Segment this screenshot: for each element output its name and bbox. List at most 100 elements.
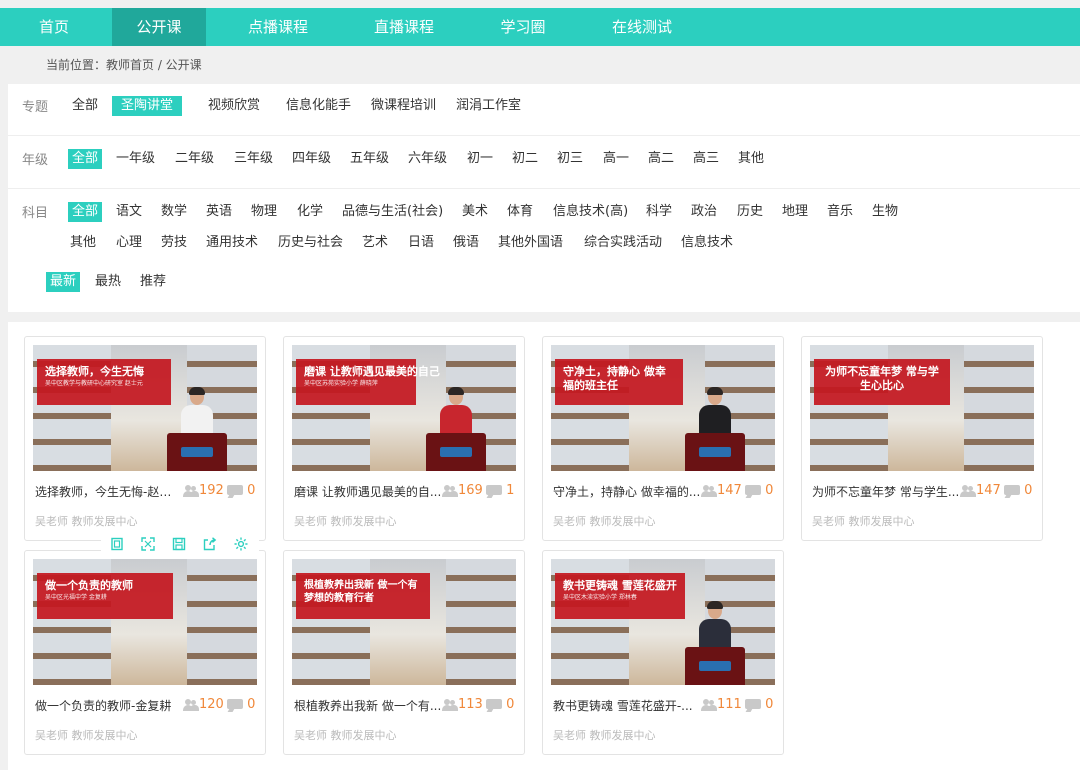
grade-option[interactable]: 五年级 bbox=[346, 149, 393, 169]
course-title[interactable]: 选择教师，今生无悔-赵士元 bbox=[35, 483, 183, 500]
topic-option[interactable]: 圣陶讲堂 bbox=[112, 96, 183, 116]
grade-option[interactable]: 一年级 bbox=[112, 149, 159, 169]
grade-option[interactable]: 高三 bbox=[689, 149, 723, 169]
course-thumbnail[interactable]: 磨课 让教师遇见最美的自己 吴中区苏苑实验小学 薛晓萍 bbox=[292, 345, 516, 471]
course-stats: 192 0 bbox=[181, 481, 263, 501]
comment-icon bbox=[227, 484, 243, 498]
subject-option[interactable]: 日语 bbox=[404, 233, 438, 253]
nav-item-study-circle[interactable]: 学习圈 bbox=[480, 8, 566, 46]
course-thumbnail[interactable]: 教书更铸魂 雪莲花盛开 吴中区木渎实验小学 郑林春 bbox=[551, 559, 775, 685]
subject-option[interactable]: 心理 bbox=[112, 233, 146, 253]
subject-option[interactable]: 美术 bbox=[458, 202, 492, 222]
subject-option[interactable]: 生物 bbox=[868, 202, 902, 222]
viewers-icon bbox=[183, 698, 199, 711]
topic-option[interactable]: 润涓工作室 bbox=[452, 96, 525, 116]
grade-option[interactable]: 三年级 bbox=[230, 149, 277, 169]
square-icon[interactable] bbox=[109, 536, 125, 552]
course-card[interactable]: 为师不忘童年梦 常与学生心比心 为师不忘童年梦 常与学生... 147 0 吴老… bbox=[801, 336, 1043, 541]
save-icon[interactable] bbox=[171, 536, 187, 552]
filter-row-topic: 专题 全部 圣陶讲堂 视频欣赏 信息化能手 微课程培训 润涓工作室 bbox=[8, 84, 1080, 136]
subject-option[interactable]: 物理 bbox=[247, 202, 281, 222]
grade-option[interactable]: 全部 bbox=[68, 149, 103, 169]
course-thumbnail[interactable]: 做一个负责的教师 吴中区光福中学 金复耕 bbox=[33, 559, 257, 685]
subject-option[interactable]: 综合实践活动 bbox=[580, 233, 666, 253]
share-icon[interactable] bbox=[202, 536, 218, 552]
subject-option[interactable]: 俄语 bbox=[449, 233, 483, 253]
nav-item-open-class[interactable]: 公开课 bbox=[112, 8, 206, 46]
top-nav: 首页 公开课 点播课程 直播课程 学习圈 在线测试 bbox=[0, 8, 1080, 46]
filter-row-grade: 年级 全部 一年级 二年级 三年级 四年级 五年级 六年级 初一 初二 初三 高… bbox=[8, 136, 1080, 189]
grade-option[interactable]: 初二 bbox=[508, 149, 542, 169]
settings-icon[interactable] bbox=[233, 536, 249, 552]
subject-option[interactable]: 化学 bbox=[293, 202, 327, 222]
grade-option[interactable]: 高一 bbox=[599, 149, 633, 169]
sort-option[interactable]: 推荐 bbox=[136, 272, 170, 292]
course-thumbnail[interactable]: 守净土，持静心 做幸福的班主任 bbox=[551, 345, 775, 471]
nav-item-online-test[interactable]: 在线测试 bbox=[590, 8, 694, 46]
subject-option[interactable]: 其他 bbox=[66, 233, 100, 253]
subject-option[interactable]: 品德与生活(社会) bbox=[338, 202, 447, 222]
podium-graphic bbox=[685, 647, 745, 685]
podium-graphic bbox=[167, 433, 227, 471]
course-title[interactable]: 根植教养出我新 做一个有... bbox=[294, 697, 442, 714]
topic-option[interactable]: 微课程培训 bbox=[367, 96, 440, 116]
subject-option[interactable]: 地理 bbox=[778, 202, 812, 222]
course-thumbnail[interactable]: 根植教养出我新 做一个有梦想的教育行者 bbox=[292, 559, 516, 685]
course-card[interactable]: 磨课 让教师遇见最美的自己 吴中区苏苑实验小学 薛晓萍 磨课 让教师遇见最美的自… bbox=[283, 336, 525, 541]
subject-option[interactable]: 艺术 bbox=[358, 233, 392, 253]
subject-option[interactable]: 英语 bbox=[202, 202, 236, 222]
course-title[interactable]: 守净土，持静心 做幸福的... bbox=[553, 483, 701, 500]
thumbnail-banner: 磨课 让教师遇见最美的自己 吴中区苏苑实验小学 薛晓萍 bbox=[296, 359, 440, 405]
course-title[interactable]: 教书更铸魂 雪莲花盛开-... bbox=[553, 697, 701, 714]
course-card[interactable]: 选择教师，今生无悔 吴中区教学与教研中心研究室 赵士元 选择教师，今生无悔-赵士… bbox=[24, 336, 266, 541]
subject-option[interactable]: 劳技 bbox=[157, 233, 191, 253]
subject-option[interactable]: 体育 bbox=[503, 202, 537, 222]
course-title[interactable]: 磨课 让教师遇见最美的自... bbox=[294, 483, 442, 500]
course-card[interactable]: 守净土，持静心 做幸福的班主任 守净土，持静心 做幸福的... 147 0 吴老… bbox=[542, 336, 784, 541]
sort-option[interactable]: 最热 bbox=[91, 272, 125, 292]
subject-option[interactable]: 科学 bbox=[642, 202, 676, 222]
nav-item-home[interactable]: 首页 bbox=[18, 8, 90, 46]
subject-option[interactable]: 全部 bbox=[68, 202, 103, 222]
topic-option[interactable]: 全部 bbox=[68, 96, 102, 116]
course-card[interactable]: 做一个负责的教师 吴中区光福中学 金复耕 做一个负责的教师-金复耕 120 0 … bbox=[24, 550, 266, 755]
sort-option[interactable]: 最新 bbox=[46, 272, 81, 292]
grade-option[interactable]: 二年级 bbox=[171, 149, 218, 169]
viewers-icon bbox=[701, 484, 717, 497]
subject-option[interactable]: 通用技术 bbox=[202, 233, 262, 253]
subject-option[interactable]: 政治 bbox=[687, 202, 721, 222]
subject-option[interactable]: 语文 bbox=[112, 202, 146, 222]
comment-icon bbox=[1004, 484, 1020, 498]
grade-option[interactable]: 四年级 bbox=[288, 149, 335, 169]
course-card[interactable]: 教书更铸魂 雪莲花盛开 吴中区木渎实验小学 郑林春 教书更铸魂 雪莲花盛开-..… bbox=[542, 550, 784, 755]
grade-option[interactable]: 高二 bbox=[644, 149, 678, 169]
expand-icon[interactable] bbox=[140, 536, 156, 552]
view-count: 169 bbox=[458, 483, 483, 498]
subject-option[interactable]: 历史与社会 bbox=[274, 233, 347, 253]
subject-option[interactable]: 历史 bbox=[733, 202, 767, 222]
course-thumbnail[interactable]: 选择教师，今生无悔 吴中区教学与教研中心研究室 赵士元 bbox=[33, 345, 257, 471]
nav-item-live-courses[interactable]: 直播课程 bbox=[356, 8, 452, 46]
nav-item-vod-courses[interactable]: 点播课程 bbox=[230, 8, 326, 46]
subject-option[interactable]: 音乐 bbox=[823, 202, 857, 222]
subject-option[interactable]: 信息技术(高) bbox=[549, 202, 632, 222]
subject-option[interactable]: 数学 bbox=[157, 202, 191, 222]
grade-option[interactable]: 初一 bbox=[463, 149, 497, 169]
comment-count: 1 bbox=[506, 483, 515, 498]
grade-option[interactable]: 六年级 bbox=[404, 149, 451, 169]
subject-option[interactable]: 信息技术 bbox=[677, 233, 737, 253]
course-title[interactable]: 为师不忘童年梦 常与学生... bbox=[812, 483, 960, 500]
banner-subtitle: 吴中区光福中学 金复耕 bbox=[45, 594, 107, 601]
banner-title: 根植教养出我新 做一个有梦想的教育行者 bbox=[304, 580, 418, 604]
topic-option[interactable]: 信息化能手 bbox=[282, 96, 355, 116]
grade-option[interactable]: 其他 bbox=[734, 149, 768, 169]
course-stats: 113 0 bbox=[440, 695, 522, 715]
view-count: 113 bbox=[458, 697, 483, 712]
course-thumbnail[interactable]: 为师不忘童年梦 常与学生心比心 bbox=[810, 345, 1034, 471]
subject-option[interactable]: 其他外国语 bbox=[494, 233, 567, 253]
course-card[interactable]: 根植教养出我新 做一个有梦想的教育行者 根植教养出我新 做一个有... 113 … bbox=[283, 550, 525, 755]
topic-option[interactable]: 视频欣赏 bbox=[204, 96, 264, 116]
speaker-figure bbox=[181, 387, 213, 439]
grade-option[interactable]: 初三 bbox=[553, 149, 587, 169]
course-title[interactable]: 做一个负责的教师-金复耕 bbox=[35, 697, 183, 714]
